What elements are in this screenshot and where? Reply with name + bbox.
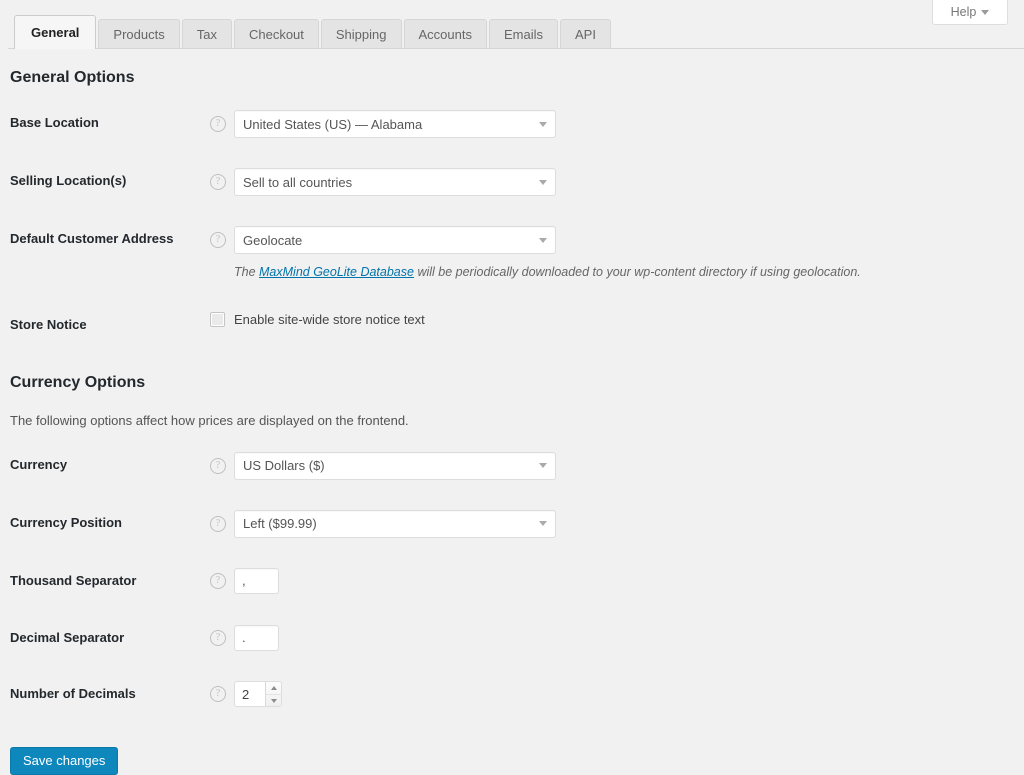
- triangle-up-icon: [270, 686, 277, 691]
- field-row-thousand-separator: Thousand Separator ?: [10, 553, 1014, 610]
- tab-label: Tax: [196, 26, 217, 42]
- settings-tab-bar: General Products Tax Checkout Shipping A…: [8, 15, 1024, 49]
- currency-position-value: Left ($99.99): [243, 516, 317, 532]
- tab-checkout[interactable]: Checkout: [233, 19, 319, 48]
- field-row-store-notice: Store Notice Enable site-wide store noti…: [10, 297, 1014, 354]
- tab-api[interactable]: API: [560, 19, 611, 48]
- base-location-select[interactable]: United States (US) — Alabama: [234, 110, 556, 139]
- help-circle-icon[interactable]: ?: [210, 629, 226, 646]
- field-row-currency-position: Currency Position ? Left ($99.99): [10, 495, 1014, 553]
- thousand-separator-input[interactable]: [234, 567, 279, 594]
- tab-label: API: [575, 26, 596, 42]
- tab-label: Shipping: [335, 26, 387, 42]
- tab-emails[interactable]: Emails: [488, 19, 558, 48]
- chevron-down-icon: [539, 521, 547, 527]
- default-customer-address-label: Default Customer Address: [10, 231, 174, 247]
- field-row-currency: Currency ? US Dollars ($): [10, 437, 1014, 495]
- chevron-down-icon: [539, 121, 547, 127]
- help-circle-icon[interactable]: ?: [210, 572, 226, 589]
- description-suffix: will be periodically downloaded to your …: [413, 265, 861, 280]
- field-row-selling-locations: Selling Location(s) ? Sell to all countr…: [10, 153, 1014, 211]
- tab-products[interactable]: Products: [98, 19, 180, 48]
- stepper-decrement-button[interactable]: [266, 695, 281, 707]
- tab-tax[interactable]: Tax: [181, 19, 232, 48]
- default-customer-address-select[interactable]: Geolocate: [234, 226, 556, 255]
- help-circle-icon[interactable]: ?: [210, 174, 226, 191]
- field-row-default-customer-address: Default Customer Address ? Geolocate The…: [10, 211, 1014, 297]
- submit-area: Save changes: [10, 747, 1014, 775]
- number-of-decimals-input[interactable]: [235, 682, 265, 707]
- tab-label: Products: [113, 26, 165, 42]
- selling-locations-label: Selling Location(s): [10, 173, 127, 189]
- help-circle-icon[interactable]: ?: [210, 457, 226, 474]
- tab-label: Accounts: [418, 26, 472, 42]
- triangle-down-icon: [270, 698, 277, 703]
- save-changes-button[interactable]: Save changes: [10, 747, 119, 775]
- currency-label: Currency: [10, 456, 68, 472]
- number-of-decimals-label: Number of Decimals: [10, 686, 136, 702]
- maxmind-geolite-link[interactable]: MaxMind GeoLite Database: [259, 265, 414, 279]
- chevron-down-icon: [539, 179, 547, 185]
- chevron-down-icon: [539, 237, 547, 243]
- currency-value: US Dollars ($): [243, 458, 325, 474]
- currency-select[interactable]: US Dollars ($): [234, 451, 556, 480]
- chevron-down-icon: [539, 463, 547, 469]
- currency-position-select[interactable]: Left ($99.99): [234, 509, 556, 538]
- thousand-separator-label: Thousand Separator: [10, 572, 137, 588]
- currency-options-heading: Currency Options: [10, 373, 146, 391]
- currency-options-description: The following options affect how prices …: [10, 413, 409, 429]
- selling-locations-select[interactable]: Sell to all countries: [234, 168, 556, 197]
- store-notice-checkbox-label[interactable]: Enable site-wide store notice text: [234, 312, 425, 327]
- tab-general[interactable]: General: [14, 15, 97, 49]
- field-row-number-of-decimals: Number of Decimals ?: [10, 666, 1014, 723]
- tab-label: Emails: [503, 26, 543, 42]
- help-circle-icon[interactable]: ?: [210, 116, 226, 133]
- number-of-decimals-stepper[interactable]: [234, 681, 282, 708]
- field-row-decimal-separator: Decimal Separator ?: [10, 610, 1014, 667]
- help-circle-icon[interactable]: ?: [210, 515, 226, 532]
- tab-accounts[interactable]: Accounts: [403, 19, 487, 48]
- stepper-increment-button[interactable]: [266, 682, 281, 695]
- currency-position-label: Currency Position: [10, 514, 122, 530]
- general-options-heading: General Options: [10, 69, 135, 86]
- general-options-table: Base Location ? United States (US) — Ala…: [10, 95, 1014, 353]
- decimal-separator-input[interactable]: [234, 624, 279, 651]
- currency-options-table: Currency ? US Dollars ($) Currency Posit…: [10, 437, 1014, 724]
- chevron-down-icon: [981, 9, 990, 15]
- decimal-separator-label: Decimal Separator: [10, 629, 125, 645]
- settings-content: General Options Base Location ? United S…: [0, 49, 1024, 775]
- tab-label: General: [31, 25, 80, 40]
- store-notice-checkbox[interactable]: [210, 311, 225, 327]
- geolocation-description: The MaxMind GeoLite Database will be per…: [234, 264, 1004, 282]
- description-prefix: The: [234, 265, 260, 280]
- base-location-value: United States (US) — Alabama: [243, 116, 423, 132]
- field-row-base-location: Base Location ? United States (US) — Ala…: [10, 95, 1014, 153]
- tab-shipping[interactable]: Shipping: [320, 19, 402, 48]
- help-circle-icon[interactable]: ?: [210, 686, 226, 703]
- default-customer-address-value: Geolocate: [243, 232, 303, 248]
- base-location-label: Base Location: [10, 115, 99, 131]
- selling-locations-value: Sell to all countries: [243, 174, 353, 190]
- tab-label: Checkout: [248, 26, 304, 42]
- stepper-buttons: [265, 682, 281, 707]
- help-circle-icon[interactable]: ?: [210, 232, 226, 249]
- store-notice-label: Store Notice: [10, 316, 87, 332]
